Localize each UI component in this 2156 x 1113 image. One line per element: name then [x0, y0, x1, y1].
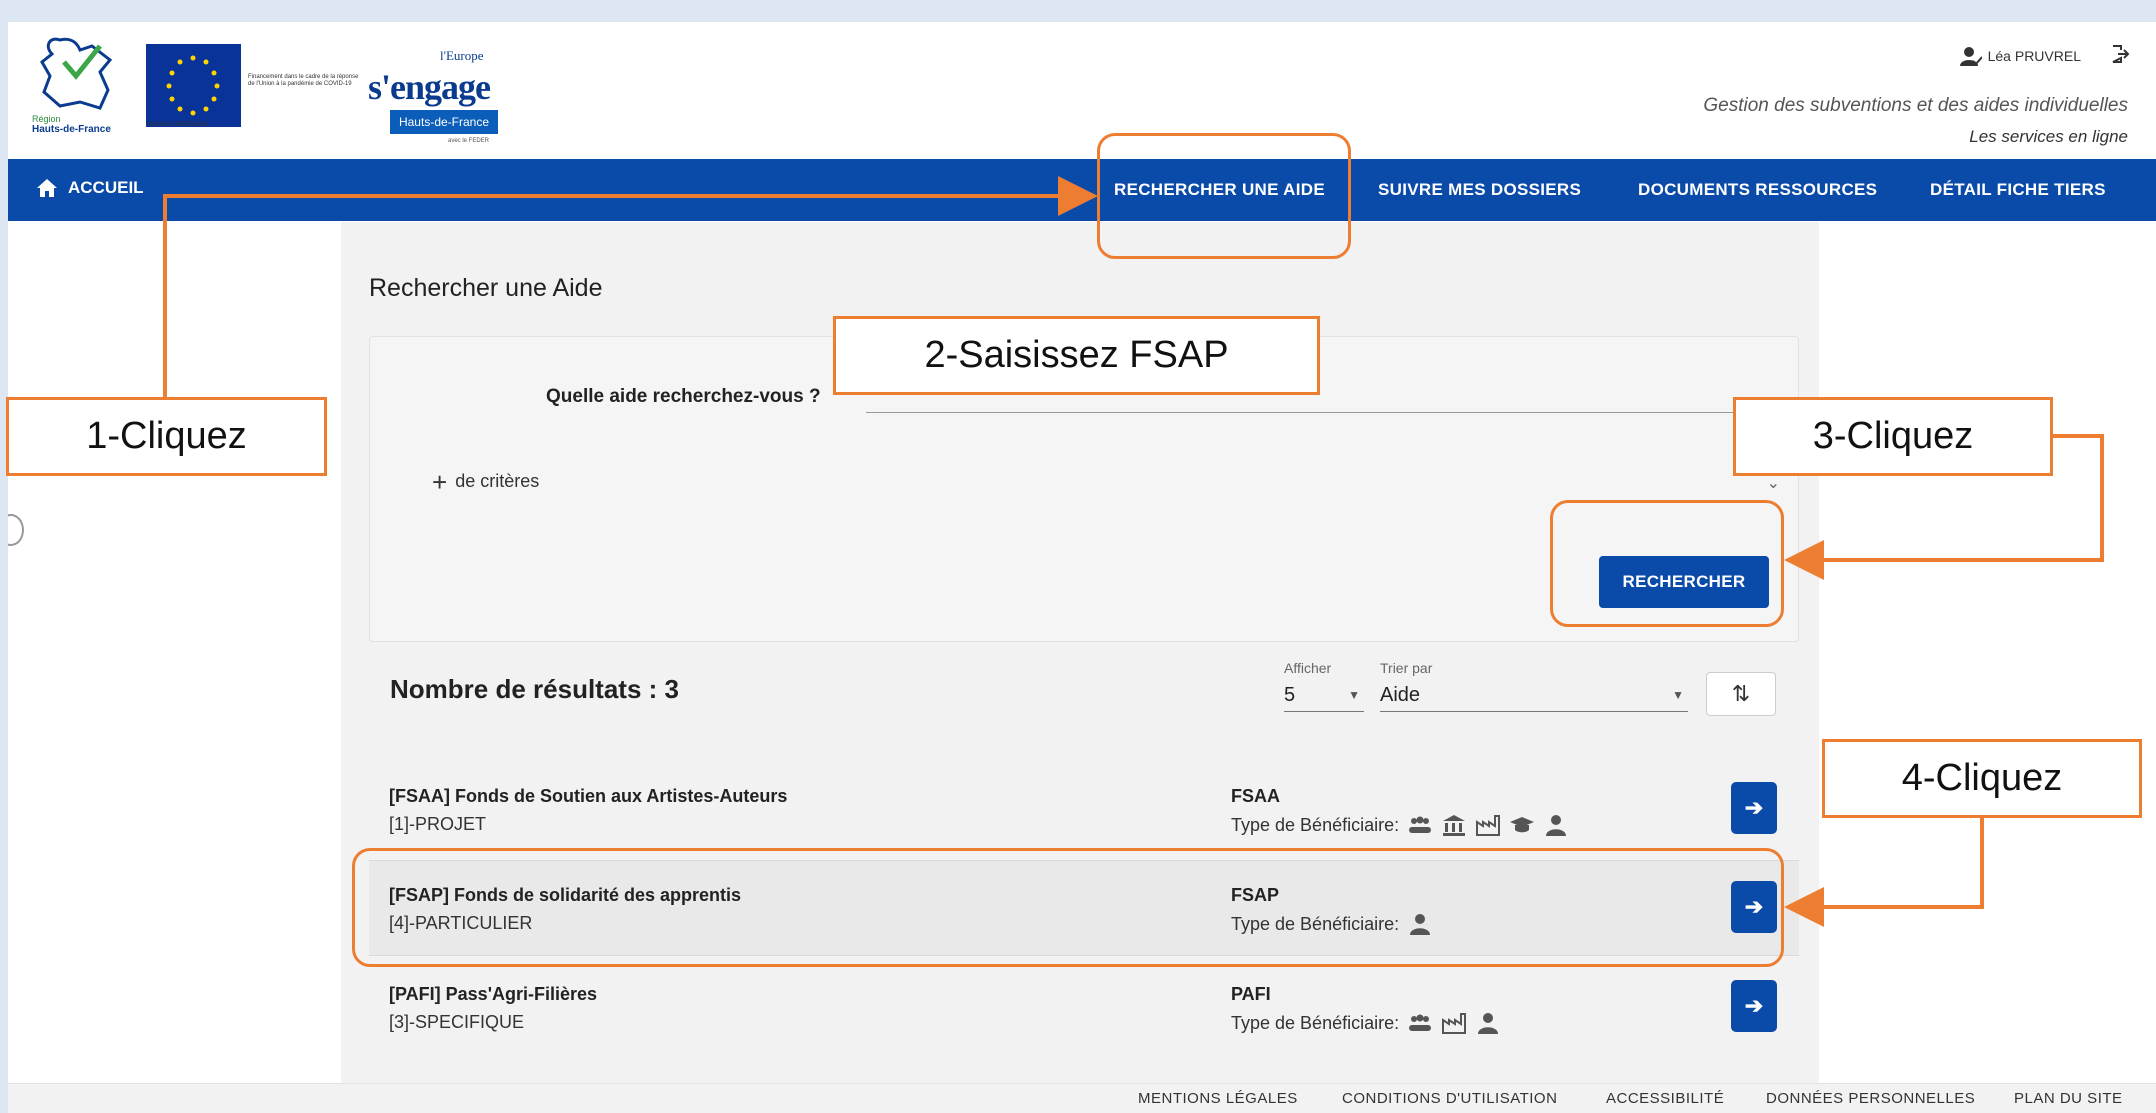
plus-icon: + [432, 466, 448, 497]
engage-top-label: l'Europe [440, 48, 484, 63]
arrow-right-icon: ➔ [1744, 993, 1764, 1018]
europe-engage-logo: l'Europe s'engage Hauts-de-France avec l… [368, 48, 498, 153]
result-type: Type de Bénéficiaire: [1231, 1012, 1501, 1034]
sort-order-icon: ⇅ [1731, 681, 1751, 706]
engage-big-label: s'engage [368, 67, 491, 107]
person-icon [1546, 815, 1567, 836]
sort-order-button[interactable]: ⇅ [1706, 672, 1776, 716]
highlight-fsap-row [352, 848, 1784, 967]
open-result-button[interactable]: ➔ [1731, 782, 1777, 834]
dropdown-arrow-icon: ▼ [1672, 688, 1684, 702]
site-subtagline: Les services en ligne [1969, 127, 2128, 146]
factory-icon [1442, 1013, 1467, 1034]
region-name: Région Hauts-de-France [32, 114, 111, 135]
highlight-nav-search [1097, 133, 1351, 259]
result-type-label: Type de Bénéficiaire: [1231, 814, 1400, 835]
main-nav: ACCUEIL RECHERCHER UNE AIDE SUIVRE MES D… [8, 159, 2156, 221]
more-criteria-label: de critères [455, 471, 540, 491]
region-small-label: Région [32, 114, 61, 124]
logout-icon[interactable] [2110, 44, 2130, 64]
home-icon [37, 179, 57, 197]
result-name: [FSAA] Fonds de Soutien aux Artistes-Aut… [389, 786, 788, 806]
show-value: 5 [1284, 684, 1296, 706]
arrow-right-icon: ➔ [1744, 795, 1764, 820]
chevron-down-icon[interactable]: ⌄ [1767, 473, 1780, 493]
footer-conditions[interactable]: CONDITIONS D'UTILISATION [1342, 1090, 1557, 1107]
highlight-search-button [1550, 500, 1784, 627]
more-criteria-toggle[interactable]: + de critères [432, 466, 540, 497]
footer-donnees-personnelles[interactable]: DONNÉES PERSONNELLES [1766, 1090, 1975, 1107]
footer-accessibilite[interactable]: ACCESSIBILITÉ [1606, 1090, 1724, 1107]
header: Région Hauts-de-France Financement dans l… [8, 22, 2156, 159]
sort-select[interactable]: Aide ▼ [1380, 680, 1688, 712]
results-count: Nombre de résultats : 3 [390, 674, 679, 704]
annotation-step4: 4-Cliquez [1822, 739, 2142, 818]
engage-region-label: Hauts-de-France [390, 110, 498, 134]
result-category: [3]-SPECIFIQUE [389, 1012, 525, 1032]
show-select[interactable]: 5 ▼ [1284, 680, 1364, 712]
result-code: FSAA [1231, 786, 1280, 806]
annotation-step1: 1-Cliquez [6, 397, 327, 476]
footer-mentions-legales[interactable]: MENTIONS LÉGALES [1138, 1090, 1298, 1107]
engage-fund-label: avec le FEDER [448, 138, 490, 144]
search-question-label: Quelle aide recherchez-vous ? [546, 386, 821, 407]
nav-documents-ressources[interactable]: DOCUMENTS RESSOURCES [1638, 159, 1877, 221]
graduation-cap-icon [1510, 817, 1535, 833]
result-code: PAFI [1231, 984, 1271, 1004]
user-name: Léa PRUVREL [1987, 48, 2081, 64]
user-check-icon [1959, 47, 1982, 66]
eu-funding-text: Financement dans le cadre de la réponse … [248, 74, 359, 87]
factory-icon [1476, 815, 1501, 836]
site-tagline: Gestion des subventions et des aides ind… [1703, 95, 2128, 116]
eu-label: UNION EUROPÉENNE [146, 122, 210, 128]
open-result-button[interactable]: ➔ [1731, 980, 1777, 1032]
sort-label: Trier par [1380, 660, 1433, 676]
footer-plan-du-site[interactable]: PLAN DU SITE [2014, 1090, 2123, 1107]
nav-home-label: ACCUEIL [68, 178, 144, 197]
annotation-step2: 2-Saisissez FSAP [833, 316, 1320, 395]
region-name-label: Hauts-de-France [32, 124, 111, 135]
page-title: Rechercher une Aide [369, 274, 603, 302]
show-label: Afficher [1284, 660, 1332, 676]
result-row: [FSAA] Fonds de Soutien aux Artistes-Aut… [369, 762, 1799, 858]
footer: MENTIONS LÉGALES CONDITIONS D'UTILISATIO… [8, 1083, 2156, 1113]
annotation-step3: 3-Cliquez [1733, 397, 2053, 476]
sort-value: Aide [1380, 684, 1421, 706]
institution-icon [1443, 815, 1466, 836]
nav-suivre-dossiers[interactable]: SUIVRE MES DOSSIERS [1378, 159, 1581, 221]
eu-flag-icon [146, 44, 241, 127]
result-name: [PAFI] Pass'Agri-Filières [389, 984, 598, 1004]
group-icon [1409, 816, 1432, 833]
result-type-label: Type de Bénéficiaire: [1231, 1012, 1400, 1033]
result-row: [PAFI] Pass'Agri-Filières [3]-SPECIFIQUE… [369, 960, 1799, 1056]
result-category: [1]-PROJET [389, 814, 487, 834]
group-icon [1409, 1014, 1432, 1031]
region-logo[interactable]: Région Hauts-de-France [30, 32, 134, 144]
nav-detail-fiche-tiers[interactable]: DÉTAIL FICHE TIERS [1930, 159, 2106, 221]
person-icon [1478, 1013, 1499, 1034]
nav-home[interactable]: ACCUEIL [36, 178, 144, 198]
result-type: Type de Bénéficiaire: [1231, 814, 1569, 836]
side-scroll-handle[interactable] [8, 514, 24, 546]
region-map-icon [40, 37, 113, 110]
dropdown-arrow-icon: ▼ [1348, 688, 1360, 702]
user-menu[interactable]: Léa PRUVREL [1959, 46, 2081, 66]
